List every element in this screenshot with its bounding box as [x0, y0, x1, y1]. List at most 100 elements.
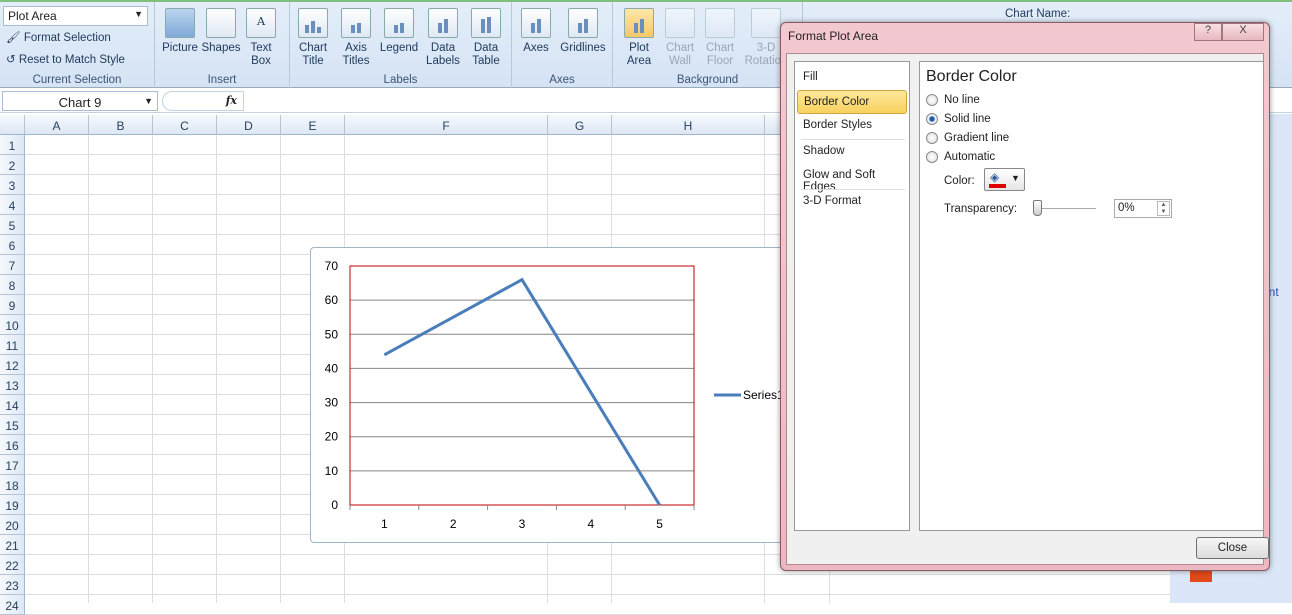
picture-button[interactable]: Picture [160, 8, 200, 55]
column-header[interactable]: E [281, 115, 345, 135]
axes-button[interactable]: Axes [520, 8, 552, 55]
column-header[interactable]: C [153, 115, 217, 135]
name-box[interactable]: Chart 9 ▼ [2, 91, 158, 111]
chart-wall-icon [665, 8, 695, 38]
x-tick-label: 1 [381, 517, 388, 531]
chart-name-label: Chart Name: [1005, 8, 1070, 20]
row-header[interactable]: 1 [0, 135, 25, 155]
radio-selected-icon [926, 113, 938, 125]
column-header[interactable]: A [25, 115, 89, 135]
data-labels-button[interactable]: Data Labels [423, 8, 463, 68]
color-label: Color: [944, 175, 975, 187]
category-fill[interactable]: Fill [797, 66, 907, 90]
category-shadow[interactable]: Shadow [797, 140, 907, 164]
data-table-button[interactable]: Data Table [466, 8, 506, 68]
x-tick-label: 4 [587, 517, 594, 531]
column-header[interactable]: D [217, 115, 281, 135]
color-picker-button[interactable]: ◈ ▼ [984, 168, 1025, 191]
category-glow[interactable]: Glow and Soft Edges [797, 164, 907, 188]
format-selection-button[interactable]: 🖌 Format Selection [6, 30, 111, 44]
category-border-styles[interactable]: Border Styles [797, 114, 907, 138]
insert-function-button[interactable]: fx [162, 91, 244, 111]
column-header[interactable]: G [548, 115, 612, 135]
row-header[interactable]: 19 [0, 495, 25, 515]
label: Picture [162, 42, 198, 54]
text-box-button[interactable]: AText Box [245, 8, 277, 68]
gridline [216, 135, 217, 603]
slider-thumb[interactable] [1033, 200, 1042, 216]
row-header[interactable]: 16 [0, 435, 25, 455]
row-header[interactable]: 21 [0, 535, 25, 555]
row-header[interactable]: 14 [0, 395, 25, 415]
legend-button[interactable]: Legend [378, 8, 420, 55]
radio-gradient-line[interactable]: Gradient line [926, 132, 1009, 144]
spinner-icon[interactable]: ▲▼ [1157, 201, 1170, 216]
row-header[interactable]: 24 [0, 595, 25, 615]
text-box-icon: A [246, 8, 276, 38]
row-header[interactable]: 12 [0, 355, 25, 375]
radio-no-line[interactable]: No line [926, 94, 980, 106]
column-header[interactable]: F [345, 115, 548, 135]
plot-area-button[interactable]: Plot Area [621, 8, 657, 68]
row-header[interactable]: 6 [0, 235, 25, 255]
category-3d-format[interactable]: 3-D Format [797, 190, 907, 214]
shapes-button[interactable]: Shapes [201, 8, 241, 55]
chevron-down-icon: ▼ [144, 96, 153, 106]
column-header[interactable]: B [89, 115, 153, 135]
row-header[interactable]: 7 [0, 255, 25, 275]
legend-label: Series1 [743, 388, 784, 402]
row-header[interactable]: 11 [0, 335, 25, 355]
transparency-input[interactable]: 0%▲▼ [1114, 199, 1172, 218]
row-header[interactable]: 13 [0, 375, 25, 395]
radio-icon [926, 151, 938, 163]
close-button[interactable]: Close [1196, 537, 1269, 559]
label: Shapes [201, 42, 240, 54]
help-button[interactable]: ? [1194, 23, 1222, 41]
row-header[interactable]: 15 [0, 415, 25, 435]
dialog-body: Fill Border Color Border Styles Shadow G… [786, 53, 1264, 565]
reset-style-button[interactable]: ↺ Reset to Match Style [6, 52, 125, 66]
row-header[interactable]: 3 [0, 175, 25, 195]
row-header[interactable]: 10 [0, 315, 25, 335]
close-x-button[interactable]: X [1222, 23, 1264, 41]
transparency-slider[interactable] [1036, 208, 1096, 209]
row-header[interactable]: 18 [0, 475, 25, 495]
category-border-color[interactable]: Border Color [797, 90, 907, 114]
shapes-icon [206, 8, 236, 38]
chart-title-button[interactable]: Chart Title [295, 8, 331, 68]
gridlines-button[interactable]: Gridlines [558, 8, 608, 55]
data-point [659, 505, 660, 506]
name-box-value: Chart 9 [59, 95, 102, 110]
row-header[interactable]: 17 [0, 455, 25, 475]
y-tick-label: 20 [325, 430, 339, 444]
row-header[interactable]: 22 [0, 555, 25, 575]
label: Plot Area [627, 42, 651, 67]
row-header[interactable]: 23 [0, 575, 25, 595]
chart-floor-button[interactable]: Chart Floor [703, 8, 737, 68]
chart[interactable]: 01020304050607012345Series1 [310, 247, 785, 543]
radio-label: No line [944, 94, 980, 106]
row-header[interactable]: 2 [0, 155, 25, 175]
row-header[interactable]: 5 [0, 215, 25, 235]
format-plot-area-dialog: Format Plot Area ? X Fill Border Color B… [780, 22, 1270, 571]
radio-automatic[interactable]: Automatic [926, 151, 995, 163]
plot-area-icon [624, 8, 654, 38]
radio-solid-line[interactable]: Solid line [926, 113, 991, 125]
chevron-down-icon: ▼ [1011, 173, 1020, 183]
label: Legend [380, 42, 418, 54]
row-header[interactable]: 4 [0, 195, 25, 215]
select-all[interactable] [0, 115, 25, 135]
color-swatch [989, 184, 1006, 188]
y-tick-label: 30 [325, 396, 339, 410]
row-header[interactable]: 8 [0, 275, 25, 295]
chart-wall-button[interactable]: Chart Wall [663, 8, 697, 68]
group-label: Labels [290, 74, 511, 86]
row-header[interactable]: 20 [0, 515, 25, 535]
column-header[interactable]: H [612, 115, 765, 135]
chart-elements-dropdown[interactable]: Plot Area▼ [3, 6, 148, 26]
x-tick-label: 3 [519, 517, 526, 531]
row-header[interactable]: 9 [0, 295, 25, 315]
label: Axes [523, 42, 549, 54]
data-table-icon [471, 8, 501, 38]
axis-titles-button[interactable]: Axis Titles [338, 8, 374, 68]
